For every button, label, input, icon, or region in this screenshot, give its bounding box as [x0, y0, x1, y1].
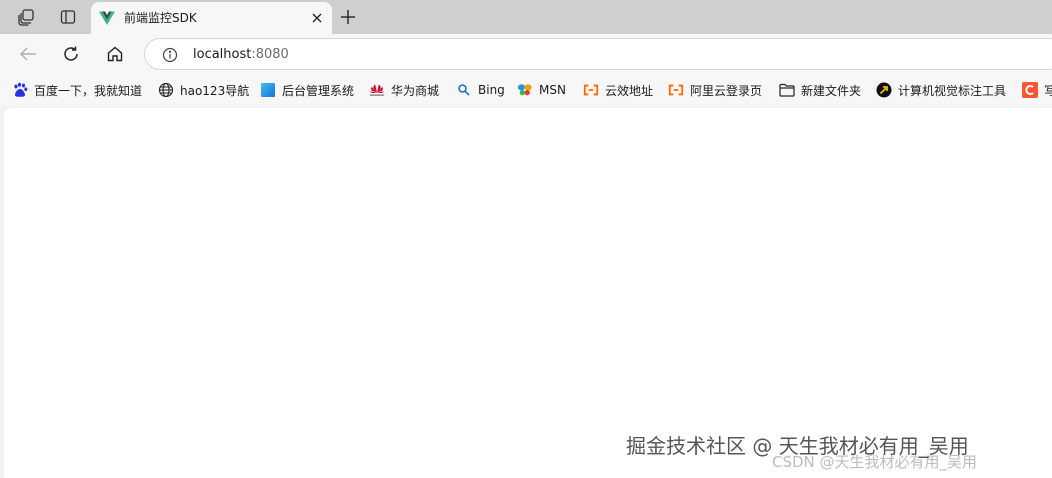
bookmark-hao123[interactable]: hao123导航	[158, 81, 249, 99]
bookmark-label: MSN	[539, 83, 566, 97]
vue-icon	[99, 10, 115, 26]
folder-icon	[779, 82, 795, 98]
bookmark-bing[interactable]: Bing	[456, 81, 505, 99]
bookmark-aliyun-login[interactable]: 阿里云登录页	[668, 81, 762, 99]
globe-icon	[158, 82, 174, 98]
aliyun-icon	[583, 82, 599, 98]
csdn-icon	[1022, 82, 1038, 98]
blue-square-icon	[260, 82, 276, 98]
bookmark-label: 后台管理系统	[282, 83, 355, 98]
vertical-tabs-icon	[60, 10, 76, 24]
bookmark-label: 云效地址	[605, 83, 654, 98]
bookmark-label: 计算机视觉标注工具	[898, 83, 1007, 98]
bookmark-label: 阿里云登录页	[690, 83, 763, 98]
bookmark-huawei[interactable]: 华为商城	[369, 81, 439, 99]
home-icon	[107, 46, 123, 62]
url-host: localhost	[193, 47, 252, 62]
bookmark-label: 百度一下，我就知道	[34, 83, 143, 98]
bookmark-new-folder[interactable]: 新建文件夹	[779, 81, 861, 99]
back-arrow-icon	[19, 47, 36, 61]
bookmark-csdn[interactable]: 写	[1022, 81, 1052, 99]
arrow-circle-icon	[876, 82, 892, 98]
bookmark-label: 新建文件夹	[801, 83, 862, 98]
back-button[interactable]	[14, 40, 42, 68]
workspaces-button[interactable]	[13, 5, 39, 29]
aliyun-icon	[668, 82, 684, 98]
page-content[interactable]	[4, 108, 1052, 478]
bookmark-msn[interactable]: MSN	[517, 81, 566, 99]
workspaces-icon	[18, 9, 34, 26]
tab-close-button[interactable]	[308, 9, 326, 27]
huawei-icon	[369, 82, 385, 98]
site-info-button[interactable]	[161, 46, 179, 64]
bookmark-cv-labeling[interactable]: 计算机视觉标注工具	[876, 81, 1006, 99]
refresh-icon	[64, 46, 78, 61]
bookmarks-bar: 百度一下，我就知道 hao123导航 后台管理系统 华为商城 Bing MSN …	[0, 74, 1052, 106]
bookmark-baidu[interactable]: 百度一下，我就知道	[12, 81, 142, 99]
watermark: 掘金技术社区 @ 天生我材必有用_吴用	[626, 434, 969, 458]
info-icon	[162, 47, 178, 63]
msn-butterfly-icon	[517, 82, 533, 98]
bookmark-label: 写	[1044, 83, 1052, 98]
address-bar[interactable]: localhost:8080	[144, 38, 1052, 70]
refresh-button[interactable]	[57, 40, 85, 68]
bookmark-label: Bing	[478, 83, 505, 97]
close-icon	[312, 13, 322, 23]
home-button[interactable]	[101, 40, 129, 68]
bing-search-icon	[456, 82, 472, 98]
plus-icon	[341, 10, 355, 24]
navigation-toolbar: localhost:8080	[0, 34, 1052, 74]
new-tab-button[interactable]	[336, 5, 360, 29]
tab-active[interactable]: 前端监控SDK	[91, 2, 332, 34]
bookmark-label: 华为商城	[391, 83, 440, 98]
tab-actions-button[interactable]	[55, 5, 81, 29]
url-text[interactable]: localhost:8080	[193, 46, 289, 63]
bookmark-yunxiao[interactable]: 云效地址	[583, 81, 653, 99]
tab-strip: 前端监控SDK	[0, 0, 1052, 34]
bookmark-admin[interactable]: 后台管理系统	[260, 81, 354, 99]
tab-title: 前端监控SDK	[124, 11, 197, 25]
bookmark-label: hao123导航	[180, 83, 250, 98]
baidu-paw-icon	[12, 82, 28, 98]
url-port: :8080	[251, 47, 289, 62]
